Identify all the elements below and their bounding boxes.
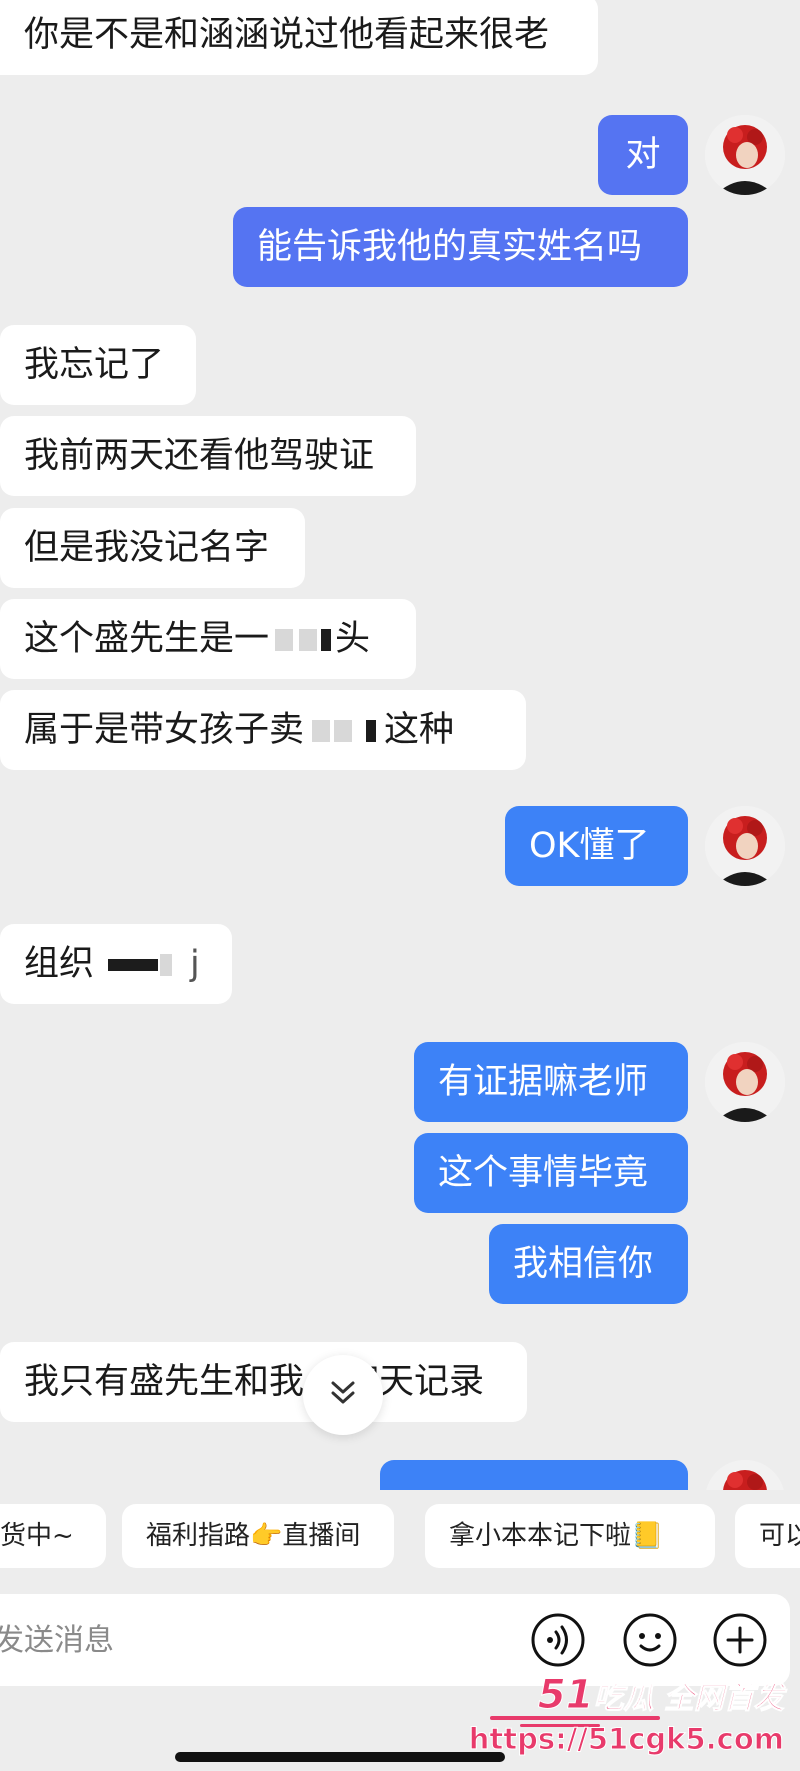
message-text: 组织 [24, 944, 95, 984]
message-incoming[interactable]: 我忘记了 [0, 325, 196, 405]
message-outgoing[interactable]: 能告诉我他的真实姓名吗 [233, 207, 688, 287]
avatar[interactable] [705, 806, 785, 886]
message-text: 但是我没记名字 [24, 528, 270, 568]
quick-reply-chip[interactable]: 拿小本本记下啦📒 [425, 1504, 715, 1568]
message-input[interactable] [0, 1594, 494, 1686]
censor-mark [108, 959, 159, 971]
message-outgoing[interactable]: 这个事情毕竟 [414, 1133, 688, 1213]
quick-reply-chip[interactable]: 福利指路👉直播间 [122, 1504, 394, 1568]
message-text: 对 [625, 135, 661, 175]
message-outgoing[interactable]: 对 [598, 115, 688, 195]
message-text: 这个盛先生是一 [24, 619, 270, 659]
message-outgoing[interactable]: 有证据嘛老师 [414, 1042, 688, 1122]
message-incoming[interactable]: 这个盛先生是一 头 [0, 599, 416, 679]
avatar[interactable] [705, 115, 785, 195]
message-outgoing[interactable]: OK懂了 [505, 806, 688, 886]
message-text: 你是不是和涵涵说过他看起来很老 [24, 15, 550, 55]
message-incoming[interactable]: 我只有盛先生和我 聊天记录 [0, 1342, 527, 1422]
chat-message-list[interactable]: 你是不是和涵涵说过他看起来很老 对 能告诉我他的真实姓名吗 我忘记了 我前两天还… [0, 0, 800, 1490]
home-indicator[interactable] [175, 1752, 505, 1762]
emoji-icon[interactable] [622, 1612, 678, 1668]
quick-reply-chip[interactable]: 可以 [735, 1504, 800, 1568]
message-incoming[interactable]: 但是我没记名字 [0, 508, 305, 588]
message-text: 能告诉我他的真实姓名吗 [257, 227, 643, 267]
avatar[interactable] [705, 1460, 785, 1490]
chip-label: 拿小本本记下啦📒 [449, 1521, 664, 1551]
chip-label: 可以 [759, 1521, 800, 1551]
censor-mark [312, 720, 331, 742]
message-text-tail: j [190, 944, 200, 984]
message-incoming[interactable]: 属于是带女孩子卖 这种 [0, 690, 526, 770]
message-text: 这个事情毕竟 [438, 1153, 649, 1193]
message-text-tail: 头 [335, 619, 371, 659]
quick-reply-chip[interactable]: 货中~ [0, 1504, 106, 1568]
message-text: 属于是带女孩子卖 [24, 710, 305, 750]
message-text: 我忘记了 [24, 345, 165, 385]
watermark-brand: 51吃瓜 全网首发 [537, 1672, 784, 1719]
chevron-double-down-icon [325, 1375, 361, 1415]
censor-mark [366, 720, 377, 742]
message-text: OK懂了 [529, 826, 650, 866]
message-text: 有证据嘛老师 [438, 1062, 649, 1102]
censor-mark [275, 629, 294, 651]
message-text: 我相信你 [513, 1244, 654, 1284]
message-outgoing[interactable]: 我相信你 [489, 1224, 688, 1304]
scroll-to-bottom-button[interactable] [303, 1355, 383, 1435]
chip-label: 福利指路👉直播间 [146, 1521, 361, 1551]
message-outgoing-partial[interactable] [380, 1460, 688, 1490]
censor-mark [334, 720, 353, 742]
message-incoming[interactable]: 你是不是和涵涵说过他看起来很老 [0, 0, 598, 75]
censor-mark [321, 629, 332, 651]
watermark-url: https://51cgk5.com [468, 1722, 784, 1757]
watermark: 51吃瓜 全网首发 https://51cgk5.com [468, 1672, 790, 1767]
plus-icon[interactable] [712, 1612, 768, 1668]
message-incoming[interactable]: 组织 j [0, 924, 232, 1004]
quick-reply-bar[interactable]: 货中~ 福利指路👉直播间 拿小本本记下啦📒 可以 [0, 1490, 800, 1580]
message-text: 我只有盛先生和我 [24, 1362, 305, 1402]
message-incoming[interactable]: 我前两天还看他驾驶证 [0, 416, 416, 496]
censor-mark [160, 954, 173, 976]
message-text: 我前两天还看他驾驶证 [24, 436, 375, 476]
avatar[interactable] [705, 1042, 785, 1122]
voice-icon[interactable] [530, 1612, 586, 1668]
chip-label: 货中~ [0, 1521, 74, 1551]
message-text-tail: 这种 [384, 710, 455, 750]
censor-mark [299, 629, 318, 651]
